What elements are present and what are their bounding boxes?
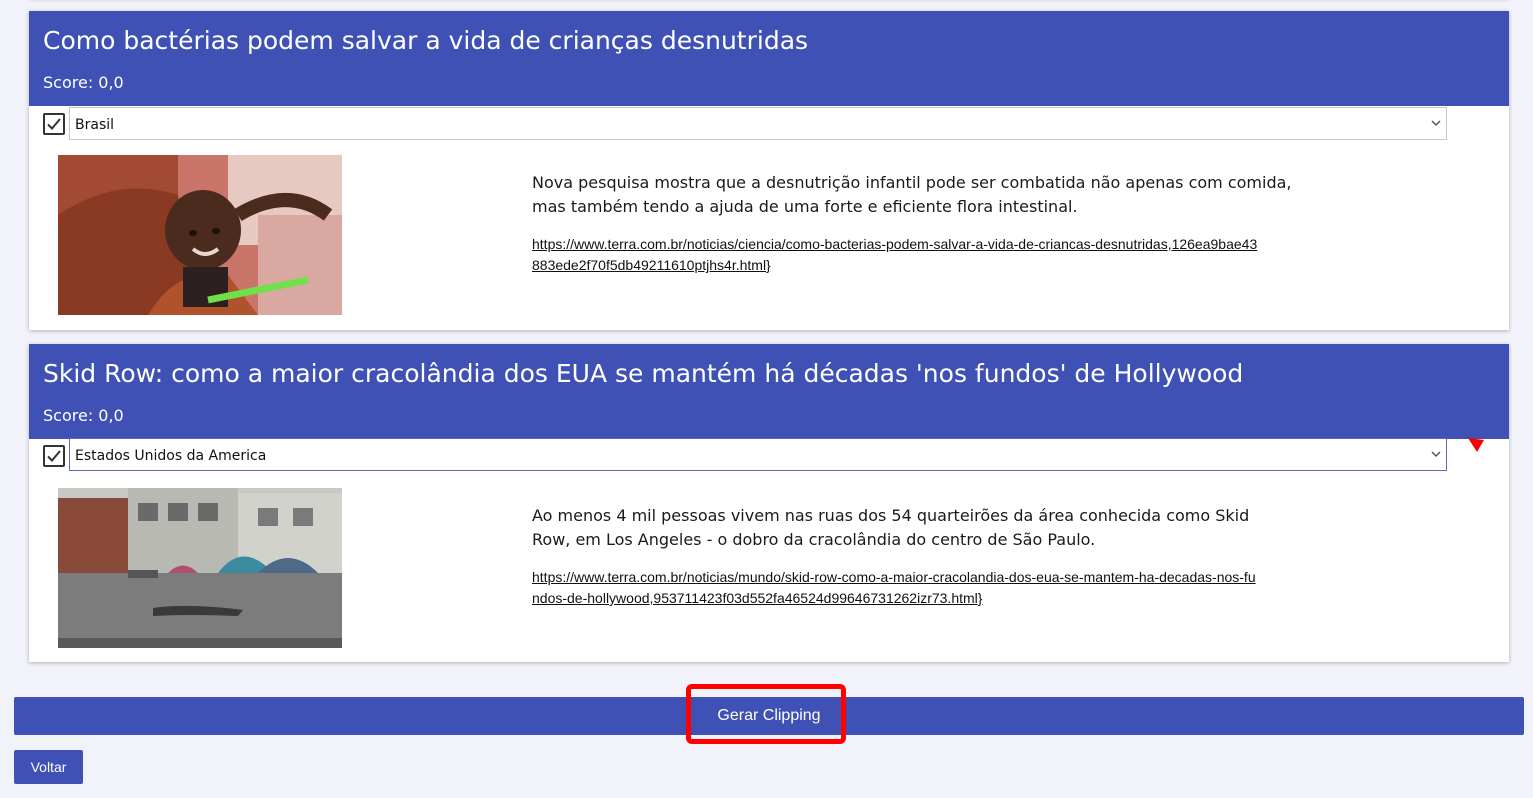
chevron-down-icon [1431,451,1441,458]
skid-row-street-photo [58,488,342,648]
article-title: Skid Row: como a maior cracolândia dos E… [43,359,1244,388]
article-description: Nova pesquisa mostra que a desnutrição i… [532,173,1292,216]
previous-card-edge [29,0,1509,2]
article-title: Como bactérias podem salvar a vida de cr… [43,26,809,55]
back-button[interactable]: Voltar [14,750,83,784]
country-select-value: Brasil [75,117,115,133]
article-header: Skid Row: como a maior cracolândia dos E… [29,344,1509,439]
country-select[interactable]: Brasil [69,107,1447,140]
checkmark-icon [47,118,61,130]
malnourished-child-photo [58,155,342,315]
country-select[interactable]: Estados Unidos da America [69,438,1447,471]
generate-clipping-button[interactable]: Gerar Clipping [14,697,1524,735]
article-link[interactable]: https://www.terra.com.br/noticias/mundo/… [532,567,1262,609]
article-image [58,488,342,648]
article-select-checkbox[interactable] [43,113,65,135]
country-select-value: Estados Unidos da America [75,448,267,464]
article-link[interactable]: https://www.terra.com.br/noticias/cienci… [532,234,1262,276]
article-score: Score: 0,0 [43,406,124,425]
article-score: Score: 0,0 [43,73,124,92]
article-card: Skid Row: como a maior cracolândia dos E… [29,344,1509,662]
article-select-checkbox[interactable] [43,445,65,467]
article-header: Como bactérias podem salvar a vida de cr… [29,11,1509,106]
chevron-down-icon [1431,120,1441,127]
checkmark-icon [47,450,61,462]
article-description: Ao menos 4 mil pessoas vivem nas ruas do… [532,506,1250,549]
red-annotation-arrow-icon [1468,438,1484,452]
article-card: Como bactérias podem salvar a vida de cr… [29,11,1509,330]
article-image [58,155,342,315]
